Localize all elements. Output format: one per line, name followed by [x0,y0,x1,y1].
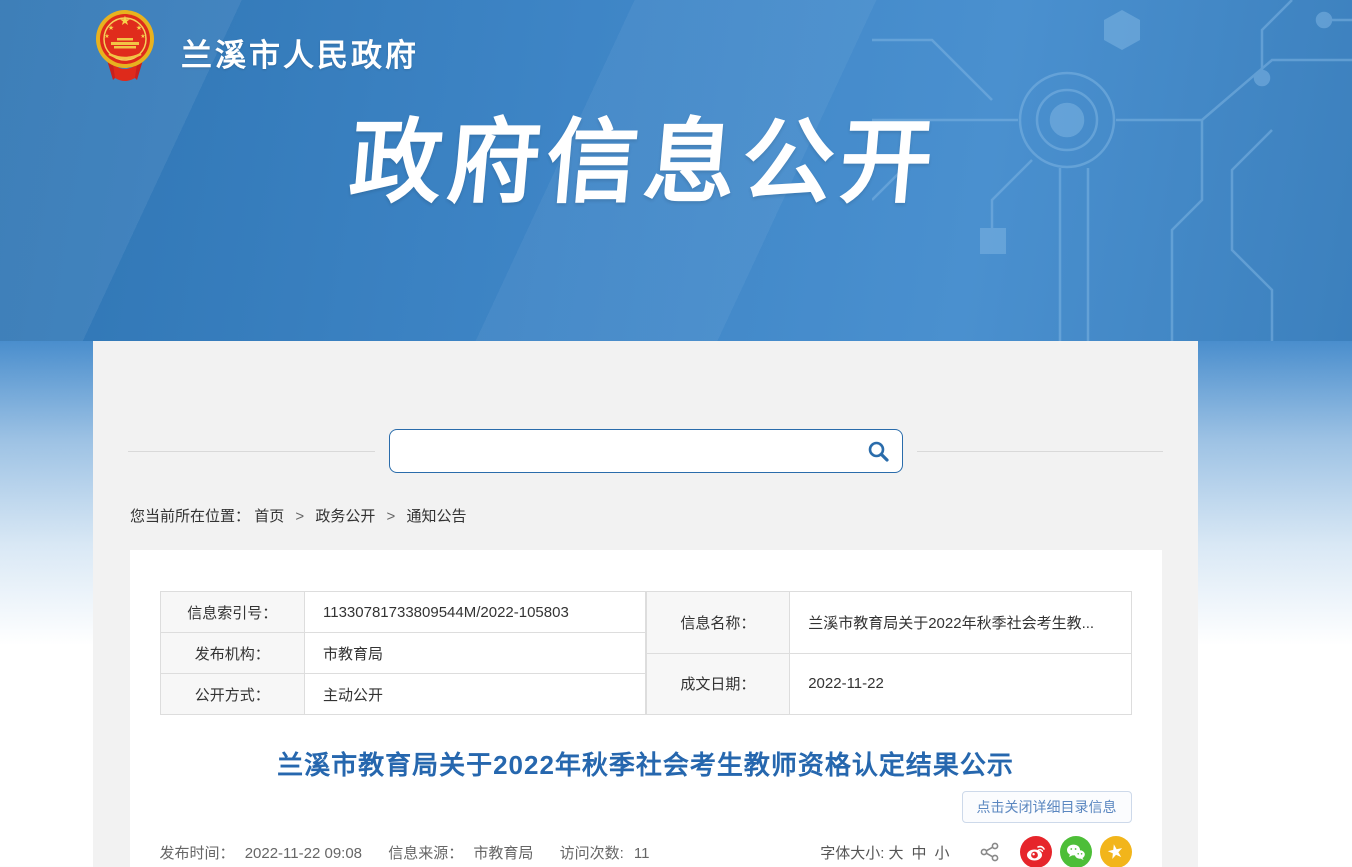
source-label: 信息来源： [388,845,463,862]
issue-date-label: 成文日期： [646,653,790,715]
svg-text:★: ★ [136,24,142,32]
publish-info: 发布时间： 2022-11-22 09:08 信息来源： 市教育局 访问次数: … [160,842,656,863]
table-row: 公开方式： 主动公开 [160,674,645,715]
breadcrumb-separator: > [295,508,304,525]
page-title: 政府信息公开 [346,88,946,221]
article-panel: 信息索引号： 11330781733809544M/2022-105803 发布… [130,550,1162,867]
top-banner: ★ ★ ★ ★ ★ 兰溪市人民政府 政府信息公开 [0,0,1352,341]
disclosure-method-label: 公开方式： [160,674,305,715]
toggle-detail-catalog-button[interactable]: 点击关闭详细目录信息 [962,791,1132,823]
visits-value: 11 [634,845,650,862]
document-meta-table: 信息索引号： 11330781733809544M/2022-105803 发布… [160,591,1132,715]
disclosure-method-value: 主动公开 [305,674,645,715]
banner-header: ★ ★ ★ ★ ★ 兰溪市人民政府 [0,0,1352,82]
divider-line-right [917,451,1164,452]
svg-text:★: ★ [108,24,114,32]
breadcrumb-prefix: 您当前所在位置： [130,508,250,525]
article-meta-row: 发布时间： 2022-11-22 09:08 信息来源： 市教育局 访问次数: … [160,836,1132,867]
breadcrumb: 您当前所在位置： 首页 > 政务公开 > 通知公告 [130,505,1198,526]
breadcrumb-separator: > [387,508,396,525]
table-row: 信息名称： 兰溪市教育局关于2022年秋季社会考生教... [646,592,1131,654]
share-icons: ★ [980,836,1132,867]
breadcrumb-link-home[interactable]: 首页 [254,508,284,525]
visits-label: 访问次数: [560,845,624,862]
font-size-and-share: 字体大小: 大 中 小 [820,836,1131,867]
issue-date-value: 2022-11-22 [790,653,1131,715]
meta-table-left: 信息索引号： 11330781733809544M/2022-105803 发布… [160,591,646,715]
search-button[interactable] [854,430,902,472]
qzone-star-icon[interactable]: ★ [1100,836,1132,867]
index-number-value: 11330781733809544M/2022-105803 [305,592,645,633]
svg-text:★: ★ [119,13,131,28]
share-icon[interactable] [980,842,1000,862]
index-number-label: 信息索引号： [160,592,305,633]
table-row: 成文日期： 2022-11-22 [646,653,1131,715]
table-row: 信息索引号： 11330781733809544M/2022-105803 [160,592,645,633]
article-title: 兰溪市教育局关于2022年秋季社会考生教师资格认定结果公示 [160,745,1132,782]
divider-line-left [128,451,375,452]
china-national-emblem-icon: ★ ★ ★ ★ ★ [93,8,157,82]
meta-table-right: 信息名称： 兰溪市教育局关于2022年秋季社会考生教... 成文日期： 2022… [646,591,1132,715]
info-name-value: 兰溪市教育局关于2022年秋季社会考生教... [790,592,1131,654]
site-name: 兰溪市人民政府 [181,30,419,75]
issuing-agency-label: 发布机构： [160,633,305,674]
search-row [93,341,1198,473]
breadcrumb-link-notices[interactable]: 通知公告 [406,508,466,525]
publish-time-label: 发布时间： [160,845,235,862]
font-size-small[interactable]: 小 [934,842,949,863]
search-box [389,429,903,473]
source-value: 市教育局 [473,845,533,862]
font-size-label: 字体大小: [820,842,884,863]
weibo-icon[interactable] [1020,836,1052,867]
content-area: 您当前所在位置： 首页 > 政务公开 > 通知公告 信息索引号： 1133078… [93,341,1198,867]
search-icon [866,439,890,463]
issuing-agency-value: 市教育局 [305,633,645,674]
publish-time-value: 2022-11-22 09:08 [245,845,362,862]
search-input[interactable] [390,430,854,472]
svg-text:★: ★ [140,33,145,40]
table-row: 发布机构： 市教育局 [160,633,645,674]
font-size-medium[interactable]: 中 [911,842,926,863]
breadcrumb-link-gov-disclosure[interactable]: 政务公开 [315,508,375,525]
site-logo-link[interactable]: ★ ★ ★ ★ ★ [93,8,157,82]
info-name-label: 信息名称： [646,592,790,654]
font-size-large[interactable]: 大 [888,842,903,863]
wechat-icon[interactable] [1060,836,1092,867]
svg-text:★: ★ [104,33,109,40]
